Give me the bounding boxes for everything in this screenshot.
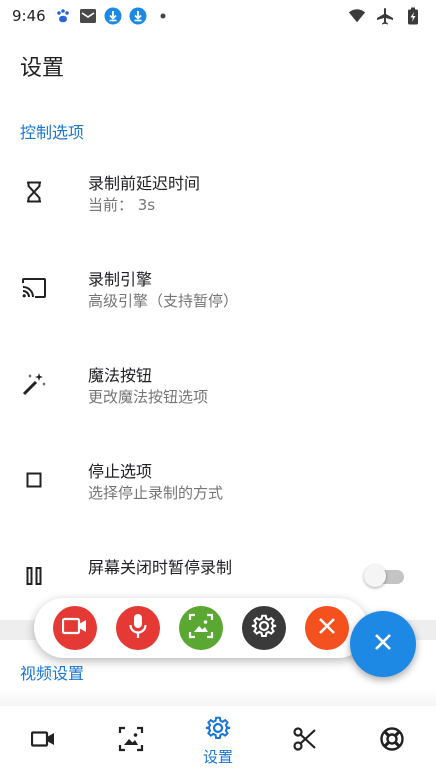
edit-scissors-icon (292, 726, 318, 756)
video-tab-icon (30, 730, 57, 752)
stop-square-icon (20, 466, 48, 494)
dot-icon (154, 7, 172, 25)
screenshot-image-icon (188, 613, 214, 643)
status-bar: 9:46 (0, 0, 436, 32)
pref-item-engine[interactable]: 录制引擎 高级引擎（支持暂停） (0, 258, 436, 318)
pref-item-magic-button[interactable]: 魔法按钮 更改魔法按钮选项 (0, 354, 436, 414)
floating-control-bubble (34, 598, 368, 658)
pref-item-stop-options[interactable]: 停止选项 选择停止录制的方式 (0, 450, 436, 510)
pref-item-summary: 选择停止录制的方式 (88, 484, 224, 502)
nav-tab-images[interactable] (87, 706, 174, 775)
switch-thumb (364, 565, 386, 587)
pause-icon (20, 562, 48, 590)
pref-item-title: 停止选项 (88, 462, 153, 481)
close-x-icon (317, 616, 337, 640)
settings-gear-icon (251, 613, 277, 643)
pause-screen-off-switch[interactable] (364, 565, 404, 587)
image-tab-icon (118, 726, 144, 756)
pref-item-title: 录制前延迟时间 (88, 174, 201, 193)
close-bubble-button[interactable] (304, 606, 349, 650)
nav-label-settings: 设置 (203, 747, 234, 766)
pref-item-title: 录制引擎 (88, 270, 153, 289)
nav-shadow (0, 690, 436, 706)
record-audio-button[interactable] (116, 606, 161, 650)
download-icon (129, 7, 147, 25)
pref-item-summary: 更改魔法按钮选项 (88, 388, 209, 406)
pref-item-delay[interactable]: 录制前延迟时间 当前： 3s (0, 162, 436, 222)
mail-icon (79, 7, 97, 25)
battery-charging-icon (404, 7, 422, 25)
download-icon (104, 7, 122, 25)
nav-tab-video[interactable] (0, 706, 87, 775)
pref-item-summary: 高级引擎（支持暂停） (88, 292, 239, 310)
nav-tab-edit[interactable] (262, 706, 349, 775)
bottom-navigation: 设置 (0, 706, 436, 775)
section-header-control: 控制选项 (20, 123, 85, 142)
settings-tab-icon (205, 715, 231, 745)
section-header-video: 视频设置 (20, 664, 85, 683)
page-title: 设置 (20, 56, 65, 81)
screenshot-button[interactable] (178, 606, 223, 650)
nav-tab-help[interactable] (349, 706, 436, 775)
pref-item-title: 屏幕关闭时暂停录制 (88, 558, 233, 577)
status-time: 9:46 (12, 7, 46, 25)
record-video-button[interactable] (53, 606, 98, 650)
microphone-icon (128, 613, 148, 643)
paw-icon (54, 7, 72, 25)
pref-item-summary: 当前： 3s (88, 196, 156, 214)
magic-wand-icon (20, 370, 48, 398)
close-icon (373, 632, 393, 656)
pref-item-title: 魔法按钮 (88, 366, 153, 385)
hourglass-icon (20, 178, 48, 206)
video-camera-icon (62, 617, 88, 639)
wifi-icon (348, 7, 366, 25)
bubble-settings-button[interactable] (241, 606, 286, 650)
airplane-icon (376, 7, 394, 25)
nav-tab-settings[interactable]: 设置 (174, 706, 261, 775)
fab-close-button[interactable] (350, 611, 416, 677)
cast-icon (20, 274, 48, 302)
help-lifebuoy-icon (379, 726, 405, 756)
